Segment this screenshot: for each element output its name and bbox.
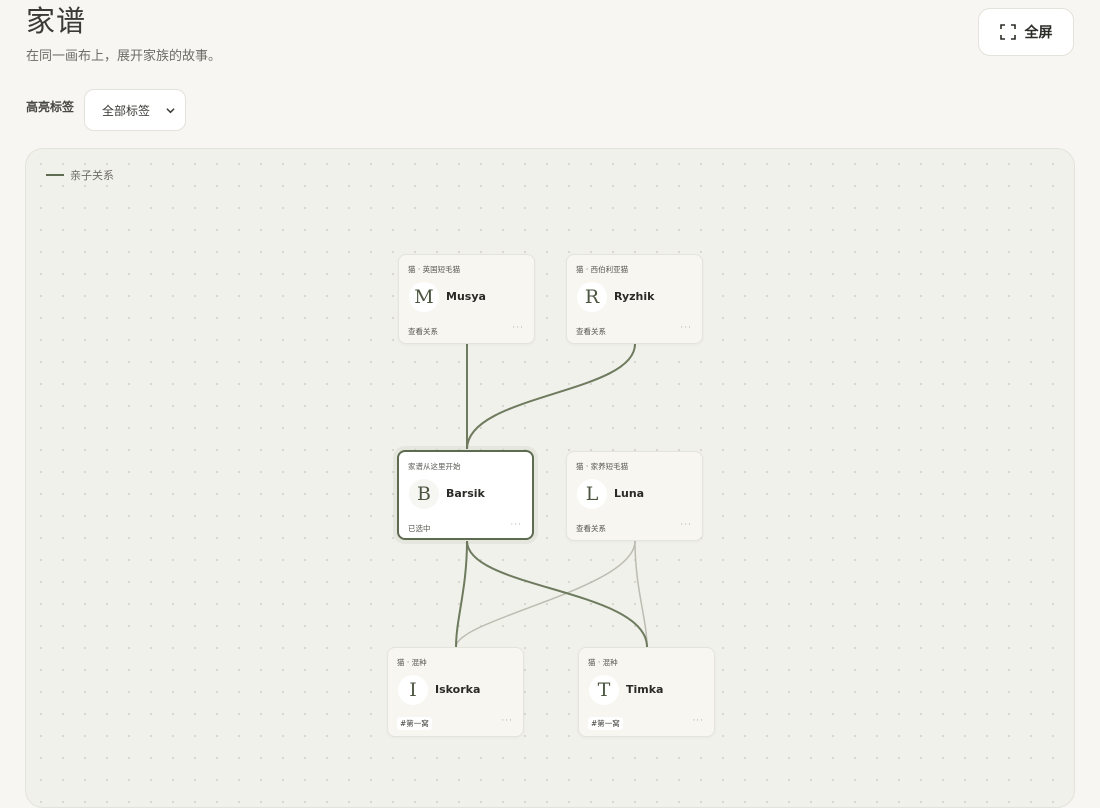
more-icon[interactable]: ··· (680, 520, 692, 530)
view-relations-link[interactable]: 查看关系 (576, 326, 606, 337)
node-name: Iskorka (435, 683, 481, 696)
edge-ryzhik-barsik (466, 343, 636, 450)
fullscreen-label: 全屏 (1024, 25, 1053, 41)
node-name: Barsik (446, 487, 485, 500)
node-name: Timka (626, 683, 664, 696)
node-tag: 猫 · 混种 (588, 658, 618, 667)
avatar: R (577, 282, 607, 312)
avatar: L (577, 479, 607, 509)
node-name: Ryzhik (614, 290, 655, 303)
relationship-edges (455, 343, 648, 648)
more-icon[interactable]: ··· (680, 323, 692, 333)
node-barsik[interactable]: 家谱从这里开始 B Barsik 已选中 ··· (397, 450, 534, 540)
more-icon[interactable]: ··· (692, 716, 704, 726)
tag-filter-select[interactable]: 全部标签 (84, 89, 186, 131)
chevron-down-icon (166, 108, 175, 114)
more-icon[interactable]: ··· (501, 716, 513, 726)
selected-status: 已选中 (408, 524, 431, 533)
litter-tag-badge[interactable]: #第一窝 (588, 717, 623, 730)
more-icon[interactable]: ··· (512, 323, 524, 333)
view-relations-link[interactable]: 查看关系 (408, 326, 438, 337)
filter-label: 高亮标签 (26, 100, 75, 114)
avatar: B (409, 479, 439, 509)
node-tag: 猫 · 英国短毛猫 (408, 265, 461, 274)
node-musya[interactable]: 猫 · 英国短毛猫 M Musya 查看关系 ··· (398, 254, 535, 344)
node-tag: 猫 · 混种 (397, 658, 427, 667)
view-relations-link[interactable]: 查看关系 (576, 523, 606, 534)
node-luna[interactable]: 猫 · 家养短毛猫 L Luna 查看关系 ··· (566, 451, 703, 541)
page-subtitle: 在同一画布上，展开家族的故事。 (26, 49, 222, 64)
tag-filter-value: 全部标签 (102, 103, 151, 118)
node-name: Luna (614, 487, 645, 500)
page-title: 家谱 (26, 4, 87, 38)
edge-barsik-iskorka (455, 540, 468, 648)
edge-barsik-timka (466, 540, 648, 648)
avatar: I (398, 675, 428, 705)
node-tag: 猫 · 西伯利亚猫 (576, 265, 629, 274)
family-tree-canvas[interactable]: 亲子关系 猫 · 英国短毛猫 M Musya 查看关系 ··· 猫 · 西伯利亚… (25, 148, 1075, 808)
node-ryzhik[interactable]: 猫 · 西伯利亚猫 R Ryzhik 查看关系 ··· (566, 254, 703, 344)
fullscreen-button[interactable]: 全屏 (978, 8, 1074, 56)
node-timka[interactable]: 猫 · 混种 T Timka #第一窝 ··· (578, 647, 715, 737)
avatar: M (409, 282, 439, 312)
avatar: T (589, 675, 619, 705)
node-name: Musya (446, 290, 486, 303)
node-iskorka[interactable]: 猫 · 混种 I Iskorka #第一窝 ··· (387, 647, 524, 737)
edge-luna-iskorka (455, 540, 636, 648)
fullscreen-icon (999, 24, 1016, 40)
more-icon[interactable]: ··· (510, 520, 522, 530)
node-tag: 猫 · 家养短毛猫 (576, 462, 629, 471)
litter-tag-badge[interactable]: #第一窝 (397, 717, 432, 730)
node-tag: 家谱从这里开始 (408, 462, 461, 471)
